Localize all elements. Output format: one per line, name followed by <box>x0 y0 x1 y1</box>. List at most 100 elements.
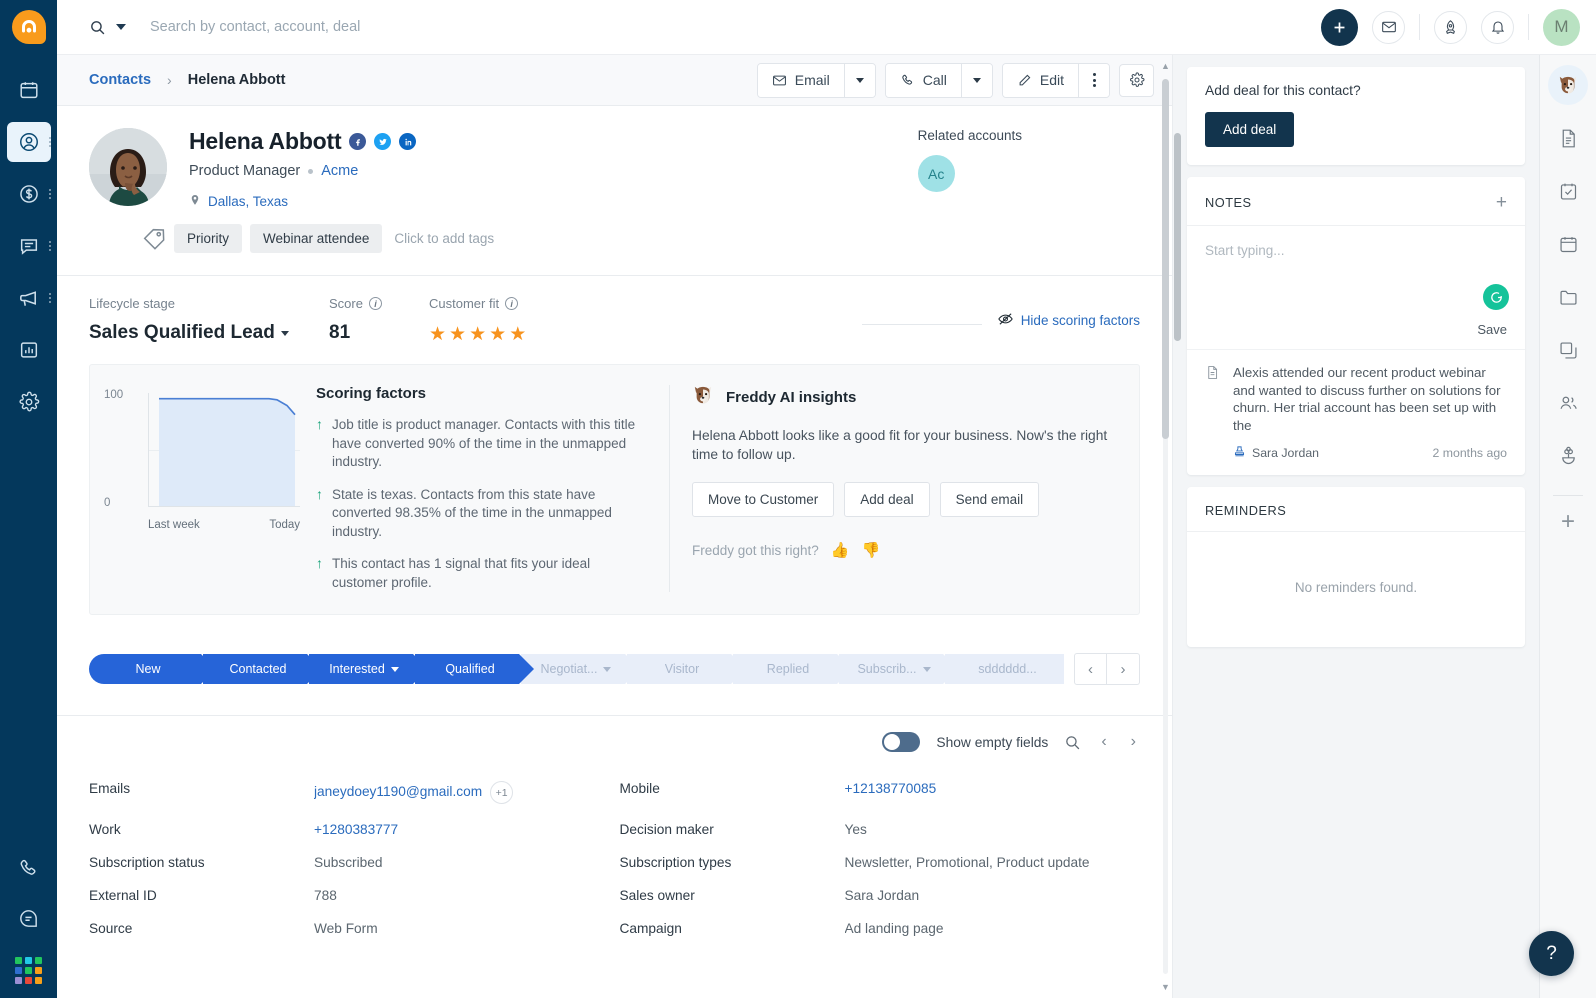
field-value[interactable]: +12138770085 <box>845 781 937 796</box>
score-label-text: Score <box>329 296 363 311</box>
note-list-item[interactable]: Alexis attended our recent product webin… <box>1187 349 1525 475</box>
customer-fit-info-icon[interactable]: i <box>505 297 518 310</box>
add-tag-placeholder[interactable]: Click to add tags <box>394 231 494 246</box>
pipeline-stage-chevron-down-icon[interactable] <box>923 667 931 672</box>
pipeline-stage-chevron-down-icon[interactable] <box>391 667 399 672</box>
call-button[interactable]: Call <box>886 64 961 97</box>
more-options-kebab-icon[interactable] <box>1078 64 1109 97</box>
note-composer[interactable]: Start typing... <box>1187 226 1525 322</box>
twitter-icon[interactable] <box>374 133 391 150</box>
pipeline-stage-interested[interactable]: Interested <box>309 654 413 684</box>
field-value[interactable]: +1280383777 <box>314 822 398 837</box>
gear-icon[interactable] <box>1119 64 1154 97</box>
rail-add-button[interactable]: + <box>1561 510 1575 534</box>
rail-item-contacts[interactable] <box>1548 383 1588 423</box>
user-avatar[interactable]: M <box>1543 9 1580 46</box>
sidebar-item-campaigns-more-icon[interactable] <box>49 293 51 303</box>
company-link[interactable]: Acme <box>321 163 358 179</box>
edit-button[interactable]: Edit <box>1003 64 1078 97</box>
lifecycle-stage-value[interactable]: Sales Qualified Lead <box>89 322 329 344</box>
add-deal-button[interactable]: Add deal <box>1205 112 1294 147</box>
scroll-down-arrow-icon[interactable]: ▼ <box>1161 978 1170 996</box>
rail-item-files[interactable] <box>1548 277 1588 317</box>
email-dropdown-chevron-down-icon[interactable] <box>844 64 875 97</box>
bell-icon[interactable] <box>1481 11 1514 44</box>
score-info-icon[interactable]: i <box>369 297 382 310</box>
facebook-icon[interactable] <box>349 133 366 150</box>
phone-icon[interactable] <box>17 857 40 885</box>
pipeline-stage-custom[interactable]: sdddddd... <box>945 654 1064 684</box>
pipeline-next-button[interactable]: › <box>1107 653 1140 685</box>
sidebar-item-deals-more-icon[interactable] <box>49 189 51 199</box>
help-button[interactable]: ? <box>1529 931 1574 976</box>
quick-add-button[interactable] <box>1321 9 1358 46</box>
related-account-avatar[interactable]: Ac <box>918 155 955 192</box>
contact-avatar[interactable] <box>89 128 167 206</box>
rocket-icon[interactable] <box>1434 11 1467 44</box>
add-deal-button[interactable]: Add deal <box>844 482 929 517</box>
rail-item-deals[interactable] <box>1548 436 1588 476</box>
tag-chip[interactable]: Webinar attendee <box>250 224 382 253</box>
pipeline-stage-contacted[interactable]: Contacted <box>203 654 307 684</box>
field-value[interactable]: janeydoey1190@gmail.com+1 <box>314 781 513 804</box>
rail-item-appointments[interactable] <box>1548 224 1588 264</box>
lifecycle-chevron-down-icon[interactable] <box>281 331 289 336</box>
scroll-up-arrow-icon[interactable]: ▲ <box>1161 57 1170 75</box>
note-save-button[interactable]: Save <box>1187 322 1525 349</box>
sidebar-item-calendar[interactable] <box>0 70 57 110</box>
add-note-plus-icon[interactable]: + <box>1496 193 1507 212</box>
rail-item-duplicates[interactable] <box>1548 330 1588 370</box>
pipeline-stage-visitor[interactable]: Visitor <box>627 654 731 684</box>
show-empty-fields-toggle[interactable] <box>882 732 920 752</box>
sidebar-item-campaigns[interactable] <box>0 278 57 318</box>
scrollbar-thumb[interactable] <box>1162 79 1169 439</box>
search-scope-chevron-down-icon[interactable] <box>116 24 126 30</box>
sidebar-item-chat-more-icon[interactable] <box>49 241 51 251</box>
move-to-customer-button[interactable]: Move to Customer <box>692 482 834 517</box>
pipeline-stage-chevron-down-icon[interactable] <box>603 667 611 672</box>
sidebar-item-settings[interactable] <box>0 382 57 422</box>
envelope-icon[interactable] <box>1372 11 1405 44</box>
messaging-icon[interactable] <box>17 907 40 935</box>
breadcrumb-parent[interactable]: Contacts <box>89 72 151 88</box>
location-link[interactable]: Dallas, Texas <box>208 194 288 209</box>
apps-grid-icon[interactable] <box>15 957 42 984</box>
fields-toolbar: Show empty fields ‹ › <box>57 716 1172 752</box>
sidebar-item-deals[interactable] <box>0 174 57 214</box>
pipeline-stage-qualified[interactable]: Qualified <box>415 654 519 684</box>
pipeline-stage-subscribed[interactable]: Subscrib... <box>839 654 943 684</box>
thumbs-down-icon[interactable]: 👎 <box>862 541 881 559</box>
fields-next-button[interactable]: › <box>1127 733 1140 751</box>
pipeline-stage-new[interactable]: New <box>89 654 201 684</box>
search-icon[interactable] <box>89 19 106 36</box>
app-logo-icon[interactable] <box>12 10 46 44</box>
pipeline-stage-replied[interactable]: Replied <box>733 654 837 684</box>
pipeline-prev-button[interactable]: ‹ <box>1074 653 1107 685</box>
linkedin-icon[interactable] <box>399 133 416 150</box>
customer-fit-stars[interactable]: ★ ★ ★ ★ ★ <box>429 323 527 346</box>
breadcrumb-separator-icon: › <box>167 72 172 88</box>
field-row: External ID 788 <box>89 879 610 912</box>
send-email-button[interactable]: Send email <box>940 482 1040 517</box>
email-button[interactable]: Email <box>758 64 844 97</box>
call-dropdown-chevron-down-icon[interactable] <box>961 64 992 97</box>
rail-item-notes[interactable] <box>1548 118 1588 158</box>
more-emails-badge[interactable]: +1 <box>490 781 513 804</box>
right-panel-scrollbar[interactable] <box>1174 133 1183 341</box>
email-button-label: Email <box>795 72 830 88</box>
thumbs-up-icon[interactable]: 👍 <box>831 541 850 559</box>
fields-search-icon[interactable] <box>1064 734 1081 751</box>
tag-chip[interactable]: Priority <box>174 224 242 253</box>
pipeline-stage-negotiation[interactable]: Negotiat... <box>521 654 625 684</box>
rail-item-freddy-ai[interactable] <box>1548 65 1588 105</box>
hide-scoring-factors-link[interactable]: Hide scoring factors <box>997 312 1140 329</box>
fields-prev-button[interactable]: ‹ <box>1097 733 1110 751</box>
rail-item-tasks[interactable] <box>1548 171 1588 211</box>
search-input[interactable] <box>150 19 580 35</box>
grammarly-icon[interactable] <box>1483 284 1509 310</box>
center-scrollbar[interactable]: ▲ ▼ <box>1161 55 1170 998</box>
sidebar-item-reports[interactable] <box>0 330 57 370</box>
sidebar-item-contacts[interactable] <box>0 122 57 162</box>
sidebar-item-contacts-more-icon[interactable] <box>49 137 51 147</box>
sidebar-item-chat[interactable] <box>0 226 57 266</box>
